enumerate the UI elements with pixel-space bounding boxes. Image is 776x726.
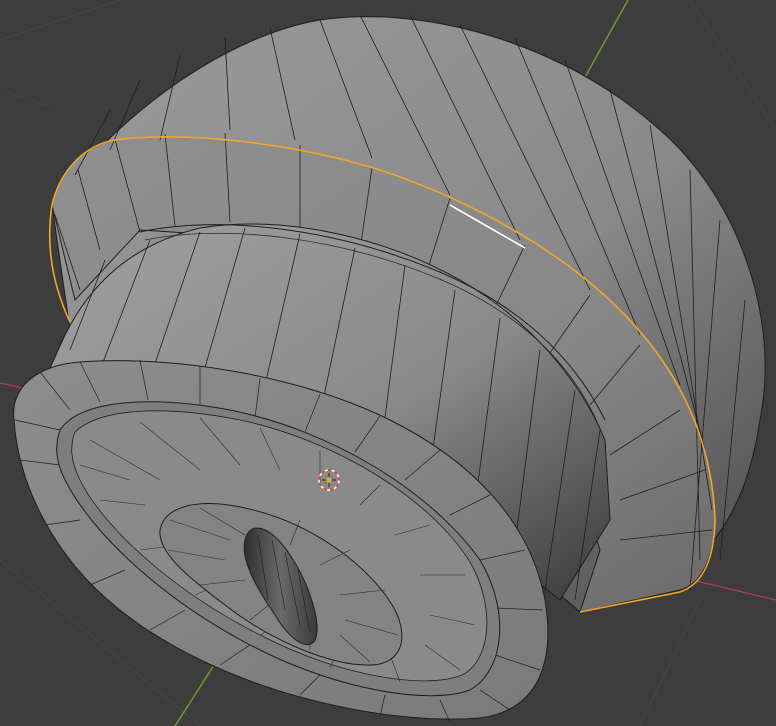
3d-viewport[interactable] bbox=[0, 0, 776, 726]
origin-point bbox=[326, 477, 332, 483]
